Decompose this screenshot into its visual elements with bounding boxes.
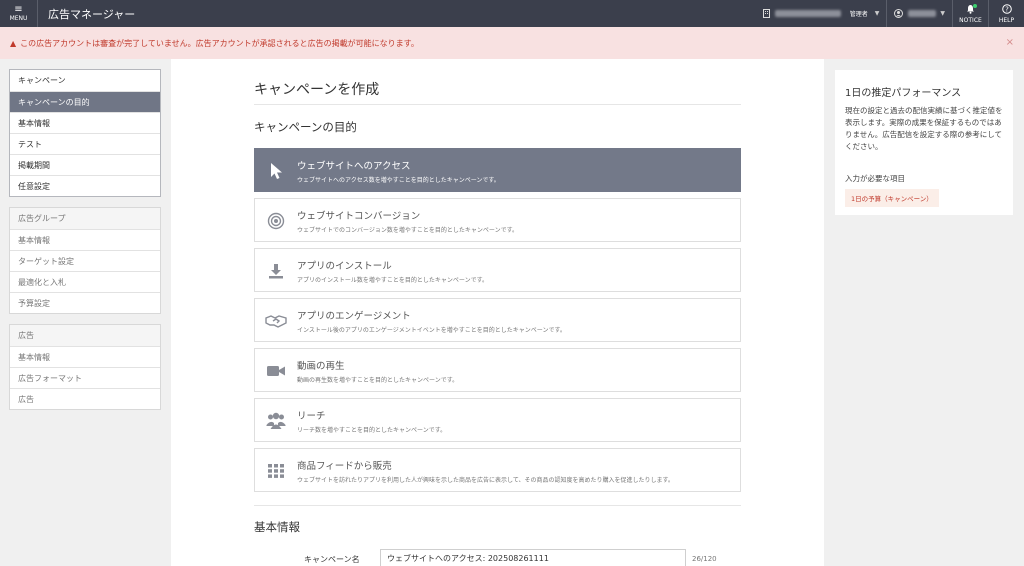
help-icon: ? (1001, 3, 1012, 17)
required-item-badge[interactable]: 1日の予算（キャンペーン） (845, 189, 939, 207)
role-badge: 管理者 (849, 11, 868, 18)
target-icon (265, 210, 287, 232)
objective-option-app-install[interactable]: アプリのインストール アプリのインストール数を増やすことを目的としたキャンペーン… (254, 248, 741, 292)
grid-icon (265, 460, 287, 482)
required-items-label: 入力が必要な項目 (845, 174, 905, 183)
nav-item-ad-basic-info[interactable]: 基本情報 (10, 346, 160, 367)
account-name-blurred (774, 10, 841, 17)
menu-button[interactable]: ≡ MENU (0, 0, 38, 27)
objective-desc: 動画の再生数を増やすことを目的としたキャンペーンです。 (297, 377, 459, 384)
video-icon (265, 360, 287, 382)
objective-option-app-engagement[interactable]: アプリのエンゲージメント インストール後のアプリのエンゲージメントイベントを増や… (254, 298, 741, 342)
objective-option-reach[interactable]: リーチ リーチ数を増やすことを目的としたキャンペーンです。 (254, 398, 741, 442)
objective-title: アプリのインストール (297, 261, 392, 272)
nav-item-adgroup-bidding[interactable]: 最適化と入札 (10, 271, 160, 292)
objective-title: アプリのエンゲージメント (297, 311, 411, 322)
help-label: HELP (998, 16, 1015, 24)
building-icon (762, 9, 770, 18)
handshake-icon (265, 310, 287, 332)
user-menu[interactable]: ▼ (886, 0, 952, 27)
nav-item-campaign-objective[interactable]: キャンペーンの目的 (10, 91, 160, 112)
chevron-down-icon: ▼ (940, 10, 945, 17)
nav-item-campaign-basic-info[interactable]: 基本情報 (10, 112, 160, 133)
svg-text:?: ? (1005, 5, 1009, 13)
nav-item-adgroup[interactable]: 広告グループ (10, 208, 160, 229)
panel-title: 1日の推定パフォーマンス (845, 88, 962, 99)
user-name-blurred (908, 10, 937, 17)
account-review-alert: ▲ この広告アカウントは審査が完了していません。広告アカウントが承認されると広告… (0, 27, 1024, 59)
objective-title: 動画の再生 (297, 361, 345, 372)
nav-group-adgroup: 広告グループ 基本情報 ターゲット設定 最適化と入札 予算設定 (9, 207, 161, 314)
estimated-performance-panel: 1日の推定パフォーマンス 現在の設定と過去の配信実績に基づく推定値を表示します。… (835, 70, 1013, 215)
campaign-name-input[interactable] (380, 549, 686, 566)
nav-item-ad-creative[interactable]: 広告 (10, 388, 160, 409)
top-bar: ≡ MENU 広告マネージャー 管理者 ▼ ▼ NOTICE ? HELP (0, 0, 1024, 27)
nav-item-campaign-test[interactable]: テスト (10, 133, 160, 154)
objective-section-title: キャンペーンの目的 (254, 120, 357, 134)
divider (254, 505, 741, 506)
nav-item-ad[interactable]: 広告 (10, 325, 160, 346)
objective-title: リーチ (297, 411, 326, 422)
menu-label: MENU (9, 15, 28, 22)
download-icon (265, 260, 287, 282)
objective-option-website-conversion[interactable]: ウェブサイトコンバージョン ウェブサイトでのコンバージョン数を増やすことを目的と… (254, 198, 741, 242)
objective-title: ウェブサイトコンバージョン (297, 211, 421, 222)
objective-title: 商品フィードから販売 (297, 461, 392, 472)
close-icon[interactable]: × (1006, 37, 1014, 48)
main-panel: キャンペーンを作成 キャンペーンの目的 ウェブサイトへのアクセス ウェブサイトへ… (171, 59, 824, 566)
chevron-down-icon: ▼ (874, 10, 880, 17)
objective-option-catalog-sales[interactable]: 商品フィードから販売 ウェブサイトを訪れたりアプリを利用した人が興味を示した商品… (254, 448, 741, 492)
objective-option-video-views[interactable]: 動画の再生 動画の再生数を増やすことを目的としたキャンペーンです。 (254, 348, 741, 392)
help-button[interactable]: ? HELP (988, 0, 1024, 27)
cursor-icon (265, 160, 287, 182)
divider (254, 104, 741, 105)
basic-info-section-title: 基本情報 (254, 520, 300, 534)
nav-group-ad: 広告 基本情報 広告フォーマット 広告 (9, 324, 161, 410)
hamburger-icon: ≡ (14, 4, 23, 15)
users-icon (265, 410, 287, 432)
alert-text: この広告アカウントは審査が完了していません。広告アカウントが承認されると広告の掲… (20, 38, 419, 48)
nav-item-campaign[interactable]: キャンペーン (10, 70, 160, 91)
objective-desc: アプリのインストール数を増やすことを目的としたキャンペーンです。 (297, 277, 488, 284)
account-switcher[interactable]: 管理者 ▼ (756, 0, 887, 27)
nav-item-adgroup-targeting[interactable]: ターゲット設定 (10, 250, 160, 271)
warning-icon: ▲ (10, 38, 17, 48)
panel-description: 現在の設定と過去の配信実績に基づく推定値を表示します。実際の成果を保証するもので… (845, 106, 1003, 151)
objective-desc: ウェブサイトを訪れたりアプリを利用した人が興味を示した商品を広告に表示して、その… (297, 477, 674, 484)
notice-label: NOTICE (959, 16, 982, 24)
nav-item-campaign-optional[interactable]: 任意設定 (10, 175, 160, 196)
user-icon (894, 9, 904, 18)
campaign-name-char-count: 26/120 (692, 555, 717, 563)
objective-desc: ウェブサイトでのコンバージョン数を増やすことを目的としたキャンペーンです。 (297, 227, 518, 234)
nav-item-campaign-schedule[interactable]: 掲載期間 (10, 154, 160, 175)
nav-group-campaign: キャンペーン キャンペーンの目的 基本情報 テスト 掲載期間 任意設定 (9, 69, 161, 197)
nav-item-ad-format[interactable]: 広告フォーマット (10, 367, 160, 388)
topbar-right: 管理者 ▼ ▼ NOTICE ? HELP (756, 0, 1024, 27)
objective-desc: ウェブサイトへのアクセス数を増やすことを目的としたキャンペーンです。 (297, 177, 500, 184)
app-title: 広告マネージャー (48, 7, 136, 21)
objective-option-website-traffic[interactable]: ウェブサイトへのアクセス ウェブサイトへのアクセス数を増やすことを目的としたキャ… (254, 148, 741, 192)
page-title: キャンペーンを作成 (254, 82, 380, 98)
objective-desc: リーチ数を増やすことを目的としたキャンペーンです。 (297, 427, 447, 434)
objective-desc: インストール後のアプリのエンゲージメントイベントを増やすことを目的としたキャンペ… (297, 327, 566, 334)
campaign-name-label: キャンペーン名 (304, 555, 360, 564)
nav-item-adgroup-basic-info[interactable]: 基本情報 (10, 229, 160, 250)
notification-dot (973, 4, 977, 8)
nav-item-adgroup-budget[interactable]: 予算設定 (10, 292, 160, 313)
notice-button[interactable]: NOTICE (952, 0, 988, 27)
objective-title: ウェブサイトへのアクセス (297, 161, 411, 172)
